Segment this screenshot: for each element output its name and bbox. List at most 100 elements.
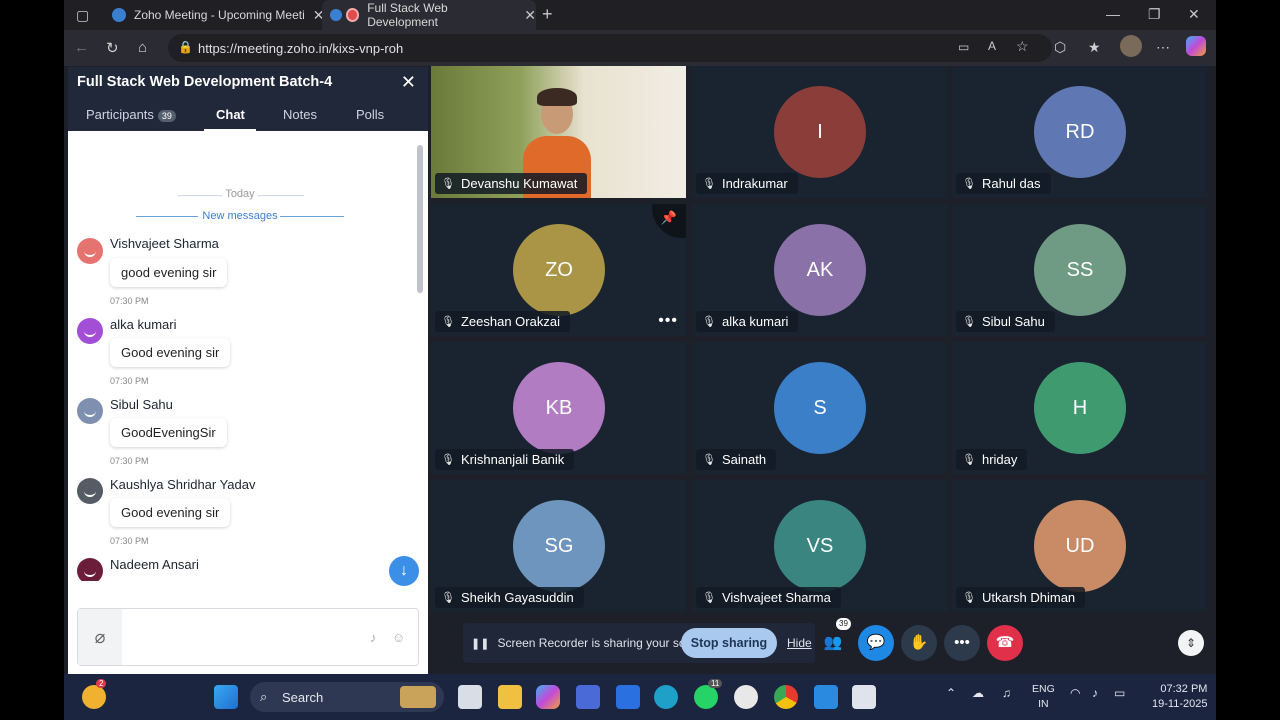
address-bar[interactable]: 🔒 https://meeting.zoho.in/kixs-vnp-roh ▭… [168,34,1052,62]
message-composer[interactable]: ⌀ ♪ ☺ [77,608,419,666]
onedrive-icon[interactable]: ☁ [972,686,984,700]
participant-name: Utkarsh Dhiman [981,590,1076,605]
new-tab-icon[interactable]: + [542,4,553,25]
zoho-favicon-icon [112,8,126,22]
video-tile[interactable]: 🎙 Devanshu Kumawat [431,66,686,198]
edge-icon[interactable] [654,685,678,709]
video-tile[interactable]: I 🎙 Indrakumar [692,66,947,198]
chat-app-icon[interactable] [576,685,600,709]
chrome-icon[interactable] [774,685,798,709]
pin-icon[interactable]: 📌 [652,204,686,238]
participant-name: Rahul das [981,176,1041,191]
participant-nameplate: 🎙 Utkarsh Dhiman [956,587,1086,608]
volume-icon[interactable]: ♪ [1092,686,1098,700]
close-window-icon[interactable]: ✕ [1188,6,1200,23]
clock[interactable]: 07:32 PM 19-11-2025 [1152,682,1207,712]
microphone-icon[interactable]: ♪ [370,630,377,645]
mic-muted-icon: 🎙 [441,454,455,466]
video-tile[interactable]: SG 🎙 Sheikh Gayasuddin [431,480,686,612]
video-tile[interactable]: RD 🎙 Rahul das [952,66,1207,198]
show-hidden-icons[interactable]: ⌃ [946,686,956,700]
recording-icon [345,8,360,22]
microphone-tray-icon[interactable]: ♫ [1002,686,1011,700]
extensions-icon[interactable]: ⬡ [1054,39,1066,56]
site-info-icon[interactable]: 🔒 [178,40,193,54]
participant-avatar: SG [513,500,605,592]
leave-meeting-button[interactable]: ☎ [987,625,1023,661]
video-tile[interactable]: ZO 📌 ••• 🎙 Zeeshan Orakzai [431,204,686,336]
weather-icon[interactable]: 2 [82,679,107,709]
video-grid: 🎙 Devanshu Kumawat I 🎙 Indrakumar RD 🎙 Rahu… [431,66,1213,614]
emoji-icon[interactable]: ☺ [392,630,405,645]
copilot-icon[interactable] [536,685,560,709]
video-tile[interactable]: H 🎙 hriday [952,342,1207,474]
video-tile[interactable]: AK 🎙 alka kumari [692,204,947,336]
read-aloud-icon[interactable]: A [988,39,996,53]
tab-notes[interactable]: Notes [283,107,317,122]
vscode-icon[interactable] [814,685,838,709]
stop-sharing-button[interactable]: Stop sharing [681,628,777,658]
tab-chat[interactable]: Chat [216,107,245,122]
participant-avatar: SS [1034,224,1126,316]
participant-name: Sainath [721,452,767,467]
taskbar-search[interactable]: ⌕ Search [250,682,444,712]
reload-icon[interactable]: ↻ [106,39,119,57]
close-panel-icon[interactable]: ✕ [401,72,416,93]
file-explorer-icon[interactable] [498,685,522,709]
expand-controls-button[interactable]: ⇕ [1178,630,1204,656]
task-view-icon[interactable] [458,685,482,709]
raise-hand-button[interactable]: ✋ [901,625,937,661]
video-tile[interactable]: UD 🎙 Utkarsh Dhiman [952,480,1207,612]
profile-avatar[interactable] [1120,35,1142,57]
video-tile[interactable]: S 🎙 Sainath [692,342,947,474]
participant-nameplate: 🎙 Vishvajeet Sharma [696,587,841,608]
tab-actions-icon[interactable]: ▢ [76,7,89,24]
chat-button[interactable]: 💬 [858,625,894,661]
restore-icon[interactable]: ❐ [1148,6,1161,23]
participant-avatar: S [774,362,866,454]
close-tab-icon[interactable]: ✕ [524,7,536,24]
message-bubble: Good evening sir [110,338,231,367]
attachment-icon[interactable]: ⌀ [78,609,122,665]
tab-participants[interactable]: Participants 39 [86,107,176,122]
screen-recorder-icon[interactable] [852,685,876,709]
more-menu-icon[interactable]: ⋯ [1156,39,1170,56]
home-icon[interactable]: ⌂ [138,39,147,56]
azure-icon[interactable] [616,685,640,709]
tab-zoho-upcoming[interactable]: Zoho Meeting - Upcoming Meeti ✕ [108,0,336,30]
more-options-button[interactable]: ••• [944,625,980,661]
participant-name: Sheikh Gayasuddin [460,590,574,605]
expand-icon: ⇕ [1185,636,1197,650]
video-tile[interactable]: SS 🎙 Sibul Sahu [952,204,1207,336]
participant-name: alka kumari [721,314,789,329]
chatgpt-icon[interactable] [734,685,758,709]
chat-scrollbar[interactable] [417,145,423,293]
video-tile[interactable]: VS 🎙 Vishvajeet Sharma [692,480,947,612]
favorite-star-icon[interactable]: ☆ [1016,38,1029,55]
camera-icon[interactable]: ▭ [958,40,969,54]
screen-share-text: Screen Recorder is sharing your screen. [497,636,713,650]
tab-polls[interactable]: Polls [356,107,384,122]
wifi-icon[interactable]: ◠ [1070,686,1080,700]
video-tile[interactable]: KB 🎙 Krishnanjali Banik [431,342,686,474]
message-time: 07:30 PM [110,296,149,306]
participants-button[interactable]: 👥 39 [815,618,851,661]
windows-start-icon[interactable] [214,685,238,709]
screen: ▢ Zoho Meeting - Upcoming Meeti ✕ Full S… [64,0,1216,720]
back-icon[interactable]: ← [74,39,89,56]
battery-icon[interactable]: ▭ [1114,686,1125,700]
more-options-icon[interactable]: ••• [658,312,678,330]
hide-banner-link[interactable]: Hide [787,636,812,650]
whatsapp-icon[interactable]: 11 [694,679,723,709]
participant-nameplate: 🎙 Sheikh Gayasuddin [435,587,584,608]
scroll-to-bottom-button[interactable]: ↓ [389,556,419,586]
language-indicator[interactable]: ENG IN [1032,682,1055,712]
avatar [77,558,103,581]
participant-nameplate: 🎙 Sainath [696,449,777,470]
minimize-icon[interactable]: — [1106,6,1120,22]
region-code: IN [1038,698,1049,710]
raise-hand-icon: ✋ [909,634,929,651]
favorites-icon[interactable]: ★ [1088,39,1101,56]
tab-full-stack[interactable]: Full Stack Web Development ✕ [322,0,536,30]
copilot-icon[interactable] [1186,36,1206,56]
